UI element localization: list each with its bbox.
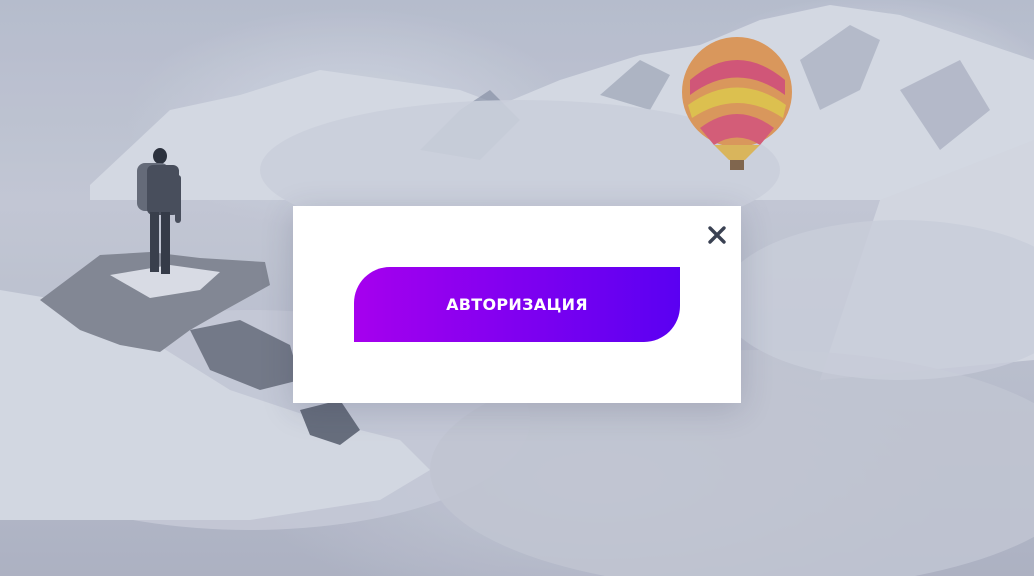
close-icon (708, 226, 726, 244)
auth-modal: АВТОРИЗАЦИЯ (293, 206, 741, 403)
close-button[interactable] (704, 222, 730, 248)
auth-button[interactable]: АВТОРИЗАЦИЯ (354, 267, 680, 342)
